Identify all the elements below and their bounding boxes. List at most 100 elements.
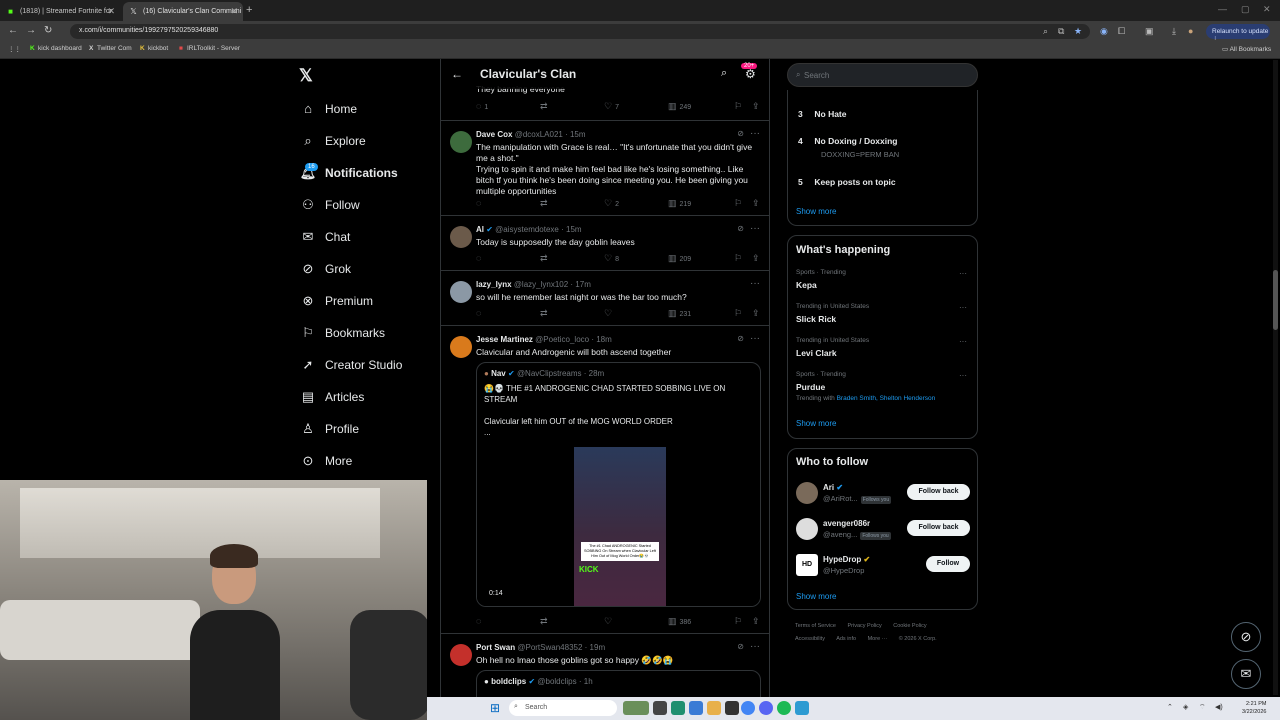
author-handle[interactable]: @dcoxLA021 [515, 130, 563, 139]
tweet-time[interactable]: · 19m [585, 643, 605, 652]
footer-link[interactable]: Accessibility [795, 636, 825, 642]
tweet[interactable]: Jesse Martinez @Poetico_loco · 18m ⊘ ···… [441, 326, 769, 634]
bookmark-irltoolkit[interactable]: ■ IRLToolkit - Server [179, 45, 240, 52]
extensions-icon[interactable]: ⧠ [1118, 26, 1125, 37]
views-button[interactable]: ▥ 219 [668, 198, 691, 209]
tweet-time[interactable]: · 15m [565, 130, 585, 139]
network-icon[interactable]: ⌔ [1199, 703, 1206, 712]
views-button[interactable]: ▥ 386 [668, 616, 691, 627]
tweet-time[interactable]: · 18m [591, 335, 611, 344]
author-handle[interactable]: @PortSwan48352 [517, 643, 582, 652]
grok-icon[interactable]: ⊘ [737, 334, 744, 343]
app-icon[interactable] [795, 701, 809, 715]
views-button[interactable]: ▥ 209 [668, 253, 691, 264]
bookmark-twitter-com[interactable]: X Twitter Com [89, 45, 132, 52]
author-name[interactable]: lazy_lynx [476, 280, 512, 289]
avatar[interactable] [450, 226, 472, 248]
scrollbar-thumb[interactable] [1273, 270, 1278, 330]
show-more-link[interactable]: Show more [796, 592, 836, 601]
author-handle[interactable]: @Poetico_loco [535, 335, 589, 344]
repost-button[interactable]: ⇄ [540, 308, 551, 319]
views-button[interactable]: ▥ 231 [668, 308, 691, 319]
close-tab-icon[interactable]: ✕ [230, 6, 238, 17]
more-icon[interactable]: ··· [959, 269, 967, 278]
url-field[interactable]: x.com/i/communities/1992797520259346880 [70, 24, 1090, 39]
rule-item[interactable]: 4 No Doxing / Doxxing [798, 136, 898, 146]
task-view-icon[interactable] [653, 701, 667, 715]
trend-with-names[interactable]: Braden Smith, Shelton Henderson [837, 395, 936, 402]
footer-link[interactable]: Privacy Policy [848, 623, 882, 629]
tweet-time[interactable]: · 17m [570, 280, 590, 289]
hypedrop-logo-icon[interactable]: HD [796, 554, 818, 576]
repost-button[interactable]: ⇄ [540, 616, 551, 627]
more-icon[interactable]: ··· [959, 371, 967, 380]
suggestion-name[interactable]: HypeDrop ✔ [823, 555, 870, 564]
browser-tab-1[interactable]: ■ (1818) | Streamed Fortnite for ✕ [0, 2, 120, 21]
nav-grok[interactable]: ⊘ Grok [299, 261, 351, 283]
search-input[interactable]: ⌕ Search [787, 63, 978, 87]
footer-link[interactable]: Cookie Policy [893, 623, 926, 629]
bookmark-button[interactable]: ⚐ [734, 308, 745, 319]
more-icon[interactable]: ··· [750, 278, 760, 289]
author-handle[interactable]: @aisystemdotexe [495, 225, 559, 234]
quote-time[interactable]: · 1h [579, 677, 593, 686]
nav-premium[interactable]: ⊗ Premium [299, 293, 373, 315]
zoom-icon[interactable]: ⌕ [1043, 26, 1048, 37]
like-button[interactable]: ♡ 2 [604, 198, 619, 209]
bookmark-kickbot[interactable]: Kkickbot [140, 45, 168, 52]
reply-button[interactable]: ◌ [476, 308, 484, 318]
more-icon[interactable]: ··· [750, 641, 760, 652]
sidepanel-icon[interactable]: ▣ [1145, 26, 1154, 37]
tweet[interactable]: Dave Cox @dcoxLA021 · 15m ⊘ ··· The mani… [441, 121, 769, 216]
tray-chevron-icon[interactable]: ⌃ [1167, 703, 1173, 711]
star-icon[interactable]: ★ [1074, 26, 1082, 37]
chrome-icon[interactable] [741, 701, 755, 715]
chat-fab-icon[interactable]: ✉ [1231, 659, 1261, 689]
author-name[interactable]: Al [476, 225, 484, 234]
grok-icon[interactable]: ⊘ [737, 129, 744, 138]
follow-button[interactable]: Follow [926, 556, 970, 572]
apps-icon[interactable]: ⋮⋮ [8, 45, 21, 53]
quote-author-handle[interactable]: @NavClipstreams [517, 369, 582, 378]
like-button[interactable]: ♡ 7 [604, 101, 619, 112]
app-icon[interactable] [725, 701, 739, 715]
share-button[interactable]: ⇪ [752, 253, 763, 264]
file-explorer-icon[interactable] [707, 701, 721, 715]
show-more-link[interactable]: Show more [796, 419, 836, 428]
maximize-icon[interactable]: ▢ [1241, 4, 1250, 15]
avatar[interactable] [450, 131, 472, 153]
trend-name[interactable]: Levi Clark [796, 348, 837, 358]
author-handle[interactable]: @lazy_lynx102 [514, 280, 568, 289]
bookmark-button[interactable]: ⚐ [734, 616, 745, 627]
like-button[interactable]: ♡ [604, 308, 615, 319]
nav-home[interactable]: ⌂ Home [299, 101, 357, 123]
more-icon[interactable]: ··· [750, 128, 760, 139]
rule-item[interactable]: 3 No Hate [798, 109, 847, 119]
close-window-icon[interactable]: ✕ [1263, 4, 1271, 15]
app-icon[interactable] [671, 701, 685, 715]
suggestion-name[interactable]: avenger086r [823, 519, 870, 528]
nav-bookmarks[interactable]: ⚐ Bookmarks [299, 325, 385, 347]
repost-button[interactable]: ⇄ [540, 253, 551, 264]
grok-fab-icon[interactable]: ⊘ [1231, 622, 1261, 652]
grok-icon[interactable]: ⊘ [737, 224, 744, 233]
nav-profile[interactable]: ♙ Profile [299, 421, 359, 443]
follow-back-button[interactable]: Follow back [907, 520, 970, 536]
new-tab-button[interactable]: + [246, 4, 252, 16]
more-icon[interactable]: ··· [959, 303, 967, 312]
repost-button[interactable]: ⇄ [540, 101, 551, 112]
nav-more[interactable]: ⊙ More [299, 453, 353, 475]
forward-arrow-icon[interactable]: → [26, 25, 36, 36]
trend-name[interactable]: Purdue [796, 382, 825, 392]
x-logo-icon[interactable]: 𝕏 [299, 66, 313, 86]
community-settings-icon[interactable]: ⚙ [745, 67, 756, 81]
reply-button[interactable]: ◌ [476, 198, 484, 208]
bookmark-button[interactable]: ⚐ [734, 198, 745, 209]
windows-start-icon[interactable]: ⊞ [490, 701, 500, 715]
suggestion-name[interactable]: Ari ✔ [823, 483, 843, 492]
spotify-icon[interactable] [777, 701, 791, 715]
page-scrollbar[interactable] [1273, 60, 1278, 695]
tweet-time[interactable]: · 15m [561, 225, 581, 234]
nav-chat[interactable]: ✉ Chat [299, 229, 351, 251]
bookmark-button[interactable]: ⚐ [734, 101, 745, 112]
